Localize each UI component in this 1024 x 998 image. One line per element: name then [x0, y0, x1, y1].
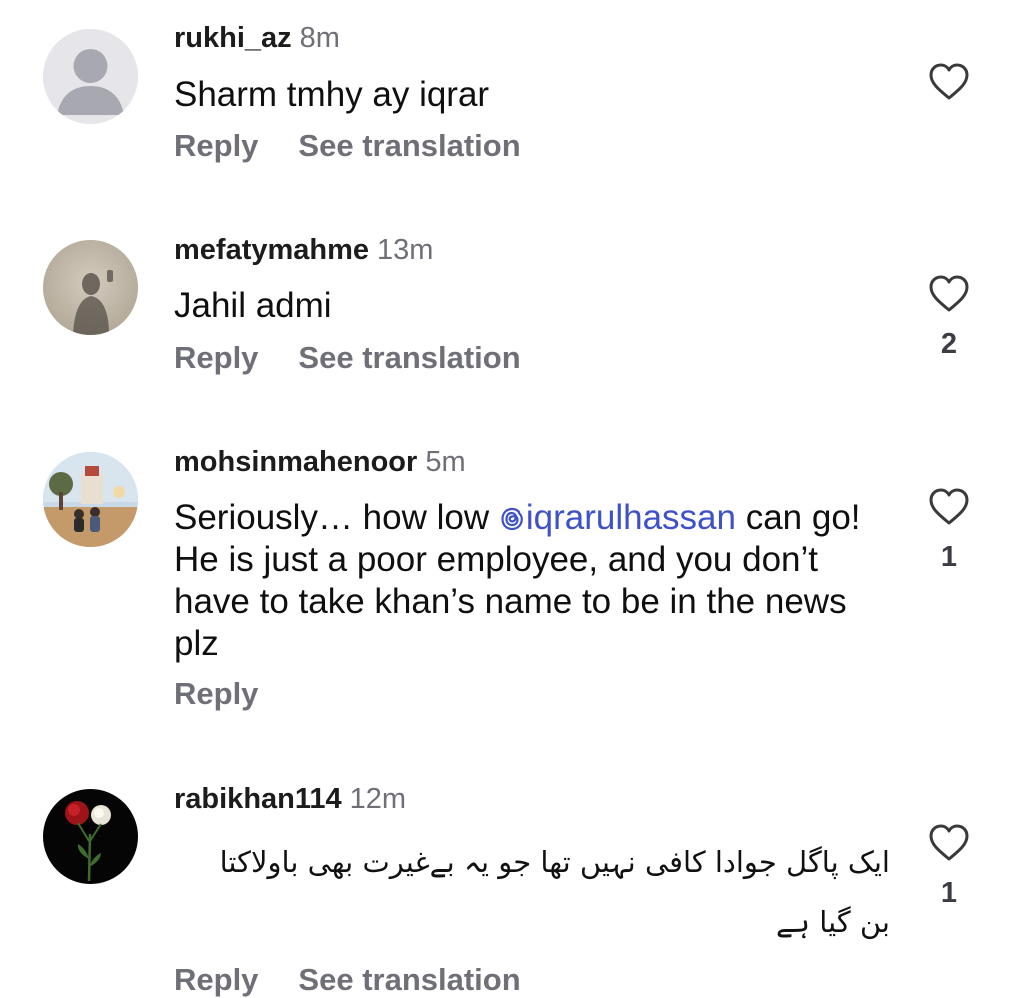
comment-text: Jahil admi: [174, 286, 332, 325]
reply-button[interactable]: Reply: [174, 340, 258, 375]
profile-photo: [43, 240, 138, 335]
reply-button[interactable]: Reply: [174, 962, 258, 997]
see-translation-button[interactable]: See translation: [298, 128, 520, 163]
timestamp: 13m: [377, 234, 434, 266]
profile-photo: [43, 789, 138, 884]
like-button[interactable]: [928, 274, 970, 314]
like-button[interactable]: [928, 62, 970, 102]
like-count: 1: [940, 877, 958, 909]
comment-header: rabikhan114 12m: [174, 783, 406, 816]
comment-header: mohsinmahenoor 5m: [174, 446, 466, 479]
comment-text: ایک پاگل جوادا کافی نہیں تھا جو یہ بےغیر…: [219, 845, 890, 939]
avatar[interactable]: [43, 452, 138, 547]
avatar-default[interactable]: [43, 29, 138, 124]
comment-header: mefatymahme 13m: [174, 234, 433, 267]
timestamp: 8m: [299, 22, 340, 54]
threads-icon: [501, 507, 523, 531]
username[interactable]: rabikhan114: [174, 783, 342, 815]
timestamp: 12m: [349, 783, 407, 815]
comment-text: Sharm tmhy ay iqrar: [174, 75, 490, 114]
avatar[interactable]: [43, 789, 138, 884]
reply-button[interactable]: Reply: [174, 128, 258, 163]
mention-username: iqrarulhassan: [525, 498, 736, 537]
timestamp: 5m: [425, 446, 466, 478]
heart-icon: [929, 275, 969, 312]
comment-actions: Reply See translation: [174, 962, 561, 998]
comment-text: Seriously… how low iqrarulhassan can go!…: [174, 497, 874, 665]
heart-icon: [929, 824, 969, 861]
comment-actions: Reply See translation: [174, 340, 561, 376]
comment-actions: Reply: [174, 676, 298, 712]
profile-photo: [43, 452, 138, 547]
comment-header: rukhi_az 8m: [174, 22, 340, 55]
like-button[interactable]: [928, 823, 970, 863]
username[interactable]: rukhi_az: [174, 22, 292, 54]
heart-icon: [929, 63, 969, 100]
comment-actions: Reply See translation: [174, 128, 561, 164]
see-translation-button[interactable]: See translation: [298, 340, 520, 375]
heart-icon: [929, 488, 969, 525]
like-count: 2: [940, 328, 958, 360]
user-silhouette-icon: [43, 29, 138, 124]
see-translation-button[interactable]: See translation: [298, 962, 520, 997]
like-button[interactable]: [928, 487, 970, 527]
reply-button[interactable]: Reply: [174, 676, 258, 711]
comment-text-part: Seriously… how low: [174, 498, 499, 537]
avatar[interactable]: [43, 240, 138, 335]
like-count: 1: [940, 541, 958, 573]
username[interactable]: mohsinmahenoor: [174, 446, 417, 478]
mention-link[interactable]: iqrarulhassan: [499, 498, 736, 537]
username[interactable]: mefatymahme: [174, 234, 369, 266]
